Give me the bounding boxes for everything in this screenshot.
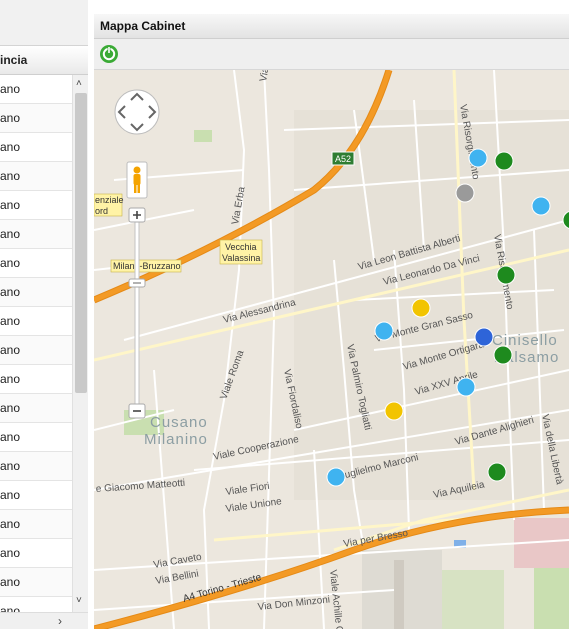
- table-cell: ano: [0, 430, 21, 444]
- table-row[interactable]: ano: [0, 336, 72, 365]
- place-tag-label: Vecchia: [225, 242, 257, 252]
- street-label: Via Bellini: [155, 569, 200, 587]
- place-tag-label: Valassina: [222, 253, 260, 263]
- table-row[interactable]: ano: [0, 365, 72, 394]
- place-tag-label: Milano-Bruzzano: [113, 261, 181, 271]
- table-row[interactable]: ano: [0, 75, 72, 104]
- scrollbar-thumb[interactable]: [75, 93, 87, 393]
- table-cell: ano: [0, 401, 21, 415]
- city-label: Milanino: [144, 431, 208, 448]
- table-row[interactable]: ano: [0, 133, 72, 162]
- cabinet-marker[interactable]: [326, 467, 346, 487]
- table-cell: ano: [0, 372, 21, 386]
- table-row[interactable]: ano: [0, 539, 72, 568]
- table-cell: ano: [0, 285, 21, 299]
- map-toolbar: [94, 39, 569, 70]
- table-cell: ano: [0, 198, 21, 212]
- cabinet-marker[interactable]: [494, 151, 514, 171]
- place-tag-label: enziale: [95, 195, 124, 205]
- panel-title: Mappa Cabinet: [100, 19, 186, 33]
- table-cell: ano: [0, 517, 21, 531]
- cabinet-marker[interactable]: [411, 298, 431, 318]
- map-canvas[interactable]: A52 Via Erba Via Via Risorgimento Via Ri…: [94, 70, 569, 629]
- table-cell: ano: [0, 459, 21, 473]
- street-label: Viale Unione: [225, 496, 283, 515]
- cabinet-marker[interactable]: [496, 265, 516, 285]
- table-row[interactable]: ano: [0, 423, 72, 452]
- table-cell: ano: [0, 488, 21, 502]
- grid-column-header[interactable]: incia: [0, 46, 88, 75]
- cabinet-marker[interactable]: [455, 183, 475, 203]
- grid-rows: ano ano ano ano ano ano ano ano ano ano …: [0, 75, 72, 626]
- table-row[interactable]: ano: [0, 162, 72, 191]
- table-row[interactable]: ano: [0, 452, 72, 481]
- table-cell: ano: [0, 343, 21, 357]
- table-cell: ano: [0, 546, 21, 560]
- highway-badge-label: A52: [335, 154, 351, 164]
- scroll-up-icon[interactable]: ˄: [76, 78, 82, 89]
- street-label: Via Erba: [230, 186, 248, 226]
- table-cell: ano: [0, 314, 21, 328]
- street-label: Viale Roma: [218, 348, 246, 401]
- table-row[interactable]: ano: [0, 510, 72, 539]
- table-cell: ano: [0, 575, 21, 589]
- table-row[interactable]: ano: [0, 307, 72, 336]
- table-row[interactable]: ano: [0, 220, 72, 249]
- street-label: Viale Cooperazione: [212, 434, 300, 463]
- table-cell: ano: [0, 82, 21, 96]
- table-cell: ano: [0, 227, 21, 241]
- pan-control[interactable]: [114, 89, 160, 135]
- street-view-pegman-icon[interactable]: [126, 161, 148, 199]
- street-label: e Giacomo Matteotti: [95, 478, 185, 495]
- grid-vertical-scrollbar[interactable]: ˄ ˅: [72, 75, 88, 612]
- street-label: Via: [258, 70, 271, 83]
- city-label: Cusano: [150, 414, 208, 431]
- grid-column-header-label: incia: [0, 53, 28, 67]
- cabinet-marker[interactable]: [493, 345, 513, 365]
- cabinet-marker[interactable]: [468, 148, 488, 168]
- runway: [394, 560, 404, 629]
- street-label: Via Don Minzoni: [257, 594, 330, 613]
- cabinet-marker[interactable]: [531, 196, 551, 216]
- table-cell: ano: [0, 256, 21, 270]
- table-row[interactable]: ano: [0, 394, 72, 423]
- left-panel-toolbar: [0, 0, 88, 46]
- table-row[interactable]: ano: [0, 278, 72, 307]
- table-row[interactable]: ano: [0, 191, 72, 220]
- place-tag-label: ord: [95, 206, 108, 216]
- cabinet-marker[interactable]: [374, 321, 394, 341]
- street-label: Viale Fiori: [225, 481, 270, 498]
- map-panel: Mappa Cabinet A52 Via Erba Via Via Risor…: [94, 14, 569, 629]
- table-cell: ano: [0, 140, 21, 154]
- map-panel-header: Mappa Cabinet: [94, 14, 569, 39]
- refresh-power-icon[interactable]: [99, 44, 119, 64]
- table-cell: ano: [0, 169, 21, 183]
- table-row[interactable]: ano: [0, 568, 72, 597]
- table-row[interactable]: ano: [0, 104, 72, 133]
- scroll-right-icon[interactable]: ›: [58, 614, 62, 628]
- table-row[interactable]: ano: [0, 481, 72, 510]
- cabinet-marker[interactable]: [487, 462, 507, 482]
- street-label: Via per Bresso: [343, 528, 410, 550]
- table-row[interactable]: ano: [0, 249, 72, 278]
- cabinet-marker[interactable]: [474, 327, 494, 347]
- zoom-slider[interactable]: [128, 207, 146, 419]
- cabinet-marker[interactable]: [456, 377, 476, 397]
- left-grid-panel: incia ano ano ano ano ano ano ano ano an…: [0, 0, 88, 629]
- grid-horizontal-scrollbar[interactable]: ›: [0, 612, 88, 629]
- scroll-down-icon[interactable]: ˅: [76, 595, 82, 606]
- cabinet-marker[interactable]: [384, 401, 404, 421]
- table-cell: ano: [0, 111, 21, 125]
